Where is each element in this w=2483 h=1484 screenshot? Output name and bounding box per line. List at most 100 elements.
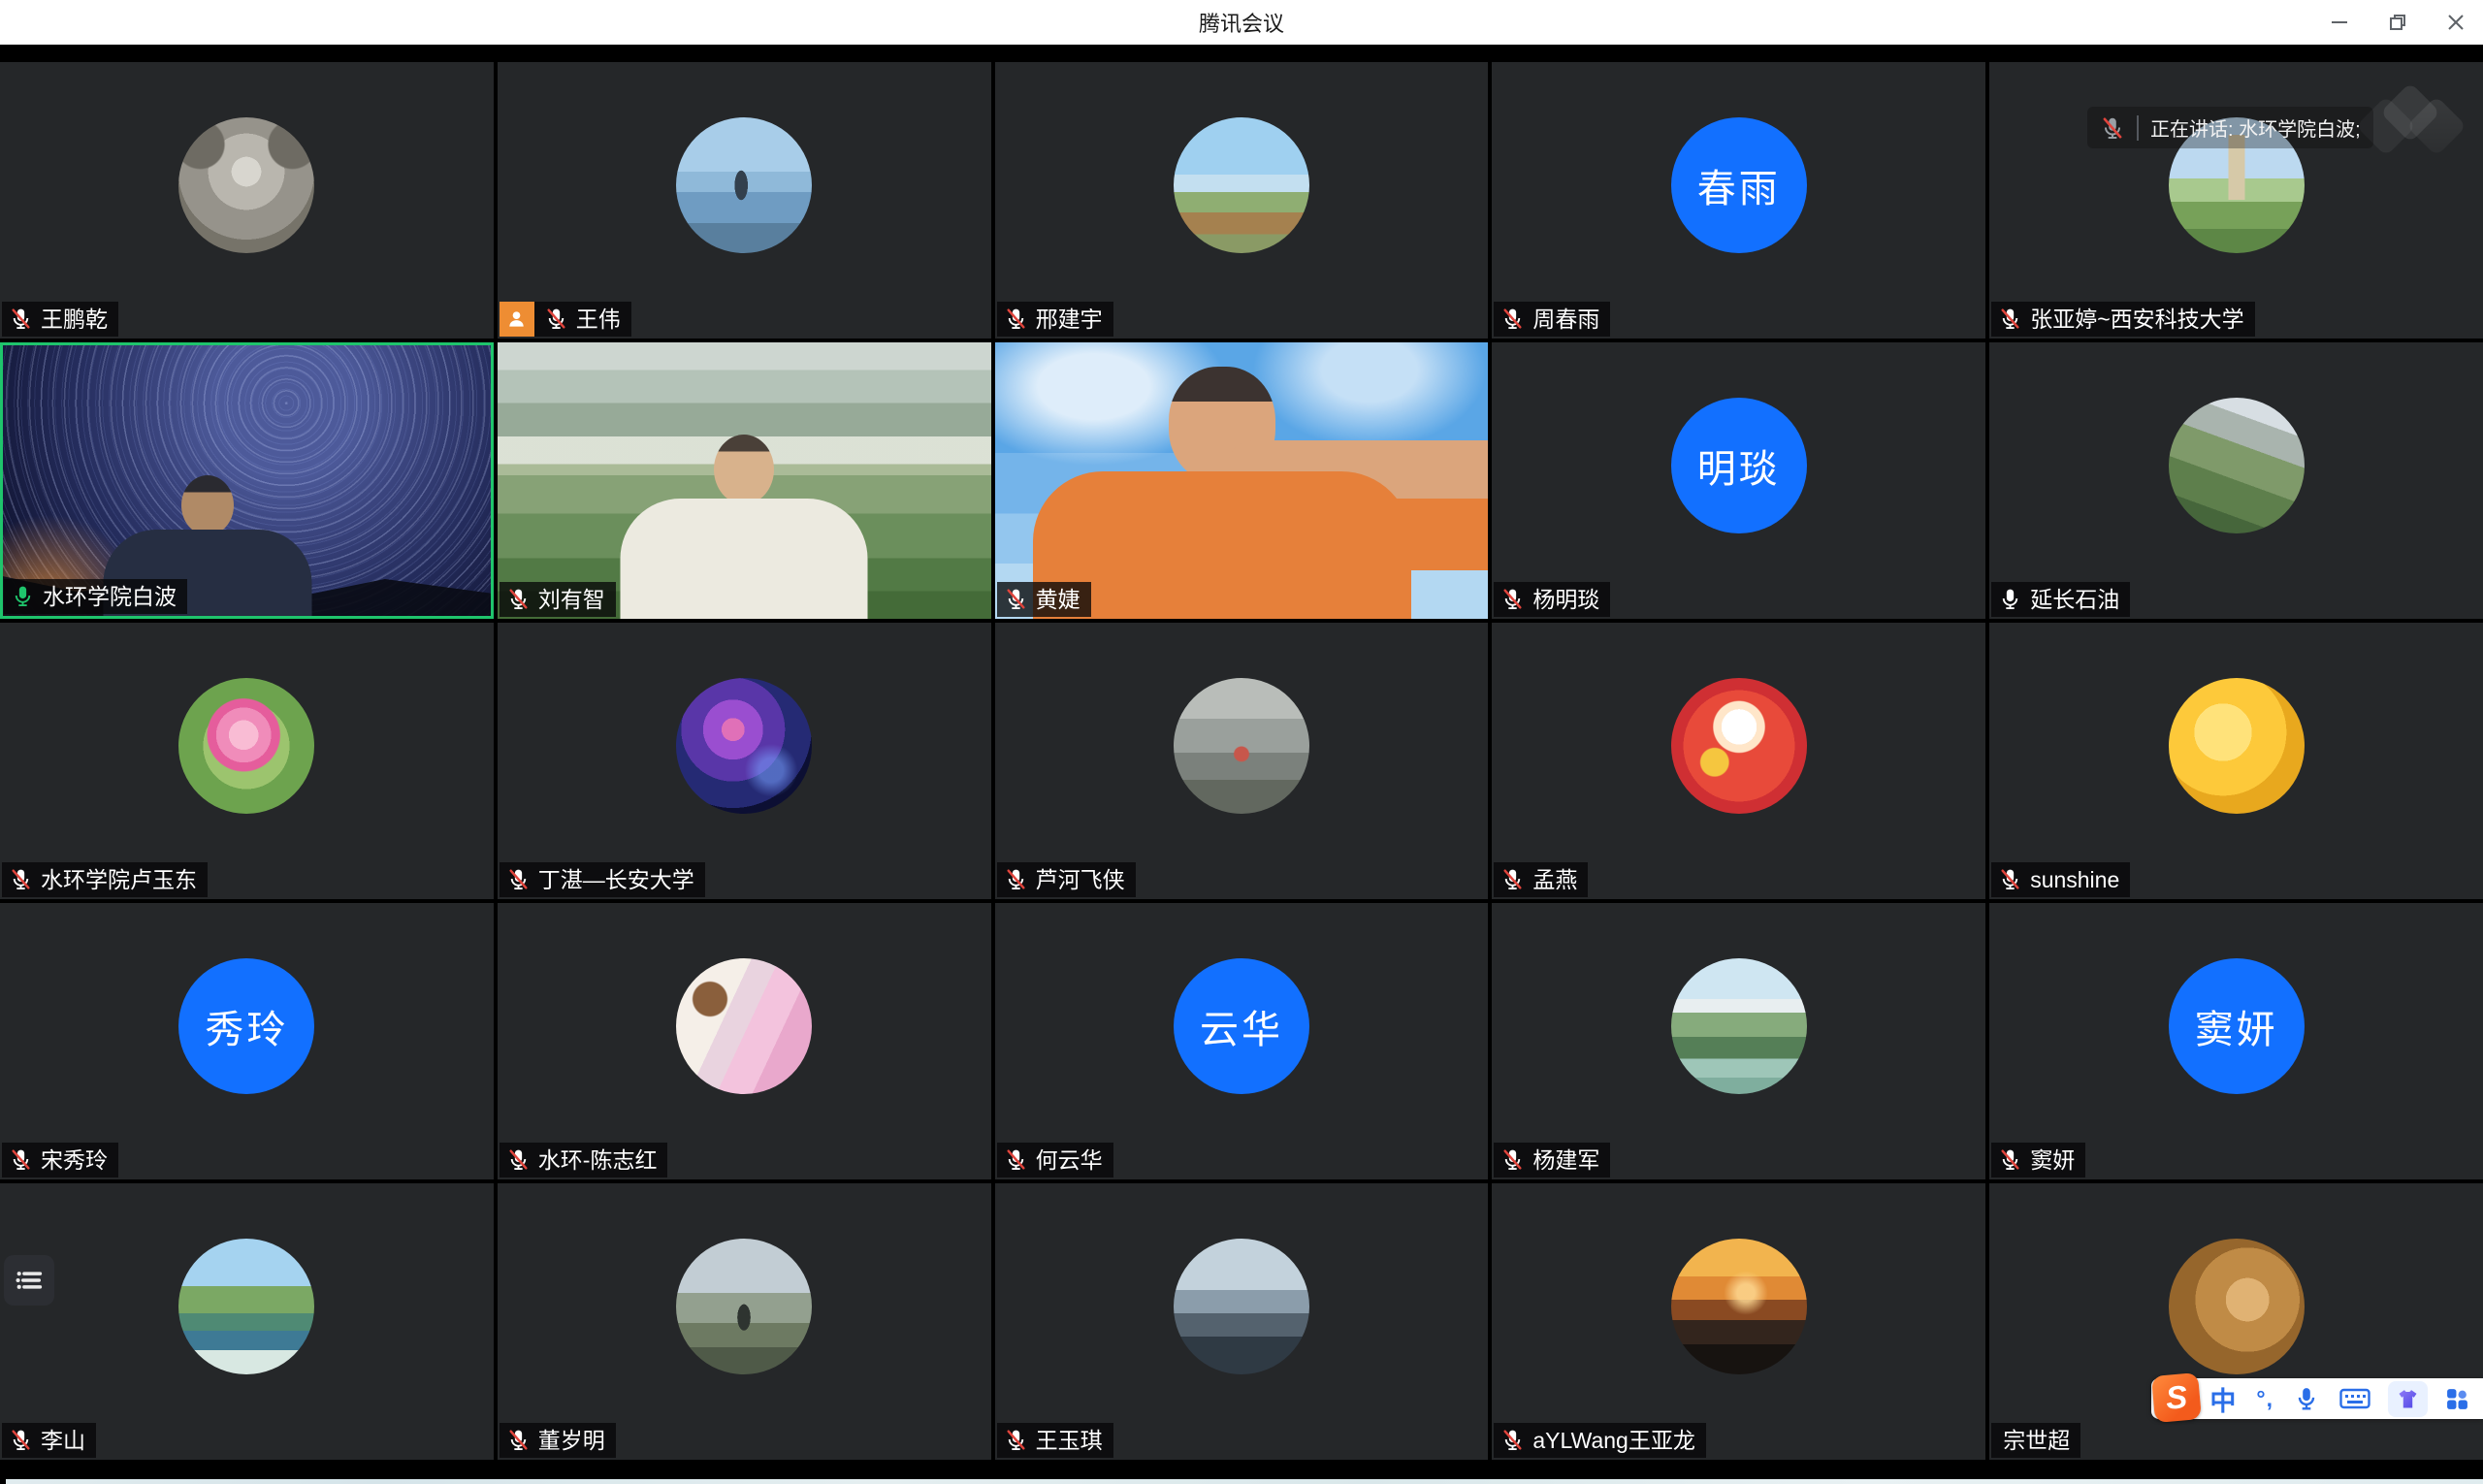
participant-name: 王鹏乾 (41, 306, 108, 332)
avatar-photo (676, 678, 812, 814)
participant-tile[interactable]: 窦妍窦妍 (1989, 903, 2483, 1179)
mic-on-icon (11, 584, 35, 608)
avatar-initials: 云华 (1174, 958, 1309, 1094)
participant-tile[interactable]: 明琰杨明琰 (1492, 342, 1985, 619)
participant-name: 宗世超 (2003, 1428, 2070, 1453)
mic-muted-icon (1004, 587, 1028, 611)
participant-tile[interactable]: 云华何云华 (995, 903, 1489, 1179)
mic-muted-icon (506, 867, 531, 891)
avatar-initials: 明琰 (1671, 398, 1807, 533)
minimize-button[interactable] (2328, 11, 2351, 34)
ime-chinese-mode-button[interactable]: 中 (2209, 1380, 2236, 1418)
participant-tile[interactable]: 张亚婷~西安科技大学 (1989, 62, 2483, 339)
mic-muted-icon (9, 1428, 33, 1452)
avatar-initials: 秀玲 (178, 958, 314, 1094)
participant-tile[interactable]: 王鹏乾 (0, 62, 494, 339)
name-chip: aYLWang王亚龙 (1494, 1423, 1705, 1458)
avatar-photo (178, 117, 314, 253)
avatar-initials-text: 秀玲 (205, 998, 288, 1054)
participant-tile[interactable]: 春雨周春雨 (1492, 62, 1985, 339)
participant-name: 孟燕 (1532, 867, 1577, 892)
mic-muted-icon (1500, 306, 1525, 331)
mic-muted-icon (1500, 587, 1525, 611)
toolbox-grid-icon (2445, 1387, 2469, 1411)
participant-tile[interactable]: 秀玲宋秀玲 (0, 903, 494, 1179)
ime-punctuation-button[interactable]: °, (2256, 1386, 2273, 1412)
participant-tile[interactable]: 水环学院白波 (0, 342, 494, 619)
name-chip: 宗世超 (1991, 1423, 2080, 1458)
participant-tile[interactable]: 李山 (0, 1183, 494, 1460)
participant-name: 水环学院白波 (43, 584, 177, 609)
participant-tile[interactable]: 芦河飞侠 (995, 623, 1489, 899)
mic-on-icon (1998, 587, 2022, 611)
window-controls (2328, 0, 2467, 45)
mic-muted-icon (1500, 1147, 1525, 1172)
mic-muted-icon (1500, 1428, 1525, 1452)
layout-list-button[interactable] (4, 1255, 54, 1306)
participant-tile[interactable]: 邢建宇 (995, 62, 1489, 339)
participant-name: 张亚婷~西安科技大学 (2030, 306, 2243, 332)
participant-tile[interactable]: 杨建军 (1492, 903, 1985, 1179)
participant-tile[interactable]: 孟燕 (1492, 623, 1985, 899)
name-chip: 何云华 (997, 1143, 1113, 1178)
mic-muted-icon (1500, 867, 1525, 891)
mic-muted-icon (1004, 1428, 1028, 1452)
video-feed (498, 342, 991, 619)
participant-tile[interactable]: aYLWang王亚龙 (1492, 1183, 1985, 1460)
name-chip: 李山 (2, 1423, 96, 1458)
participant-tile[interactable]: 水环学院卢玉东 (0, 623, 494, 899)
ime-skin-button[interactable] (2388, 1381, 2428, 1417)
name-chip: 水环学院白波 (4, 579, 187, 614)
avatar-photo (676, 1239, 812, 1374)
participant-name: 李山 (41, 1428, 85, 1453)
participant-name: 窦妍 (2030, 1147, 2075, 1173)
participant-tile[interactable]: 王玉琪 (995, 1183, 1489, 1460)
video-feed (995, 342, 1489, 619)
video-feed (0, 342, 494, 619)
close-button[interactable] (2444, 11, 2467, 34)
name-chip: 黄婕 (997, 582, 1091, 617)
participant-name: 王伟 (576, 306, 621, 332)
mic-muted-icon (506, 1147, 531, 1172)
participant-name: 延长石油 (2030, 587, 2119, 612)
sogou-logo[interactable]: S (2151, 1372, 2202, 1423)
avatar-photo (1174, 678, 1309, 814)
name-chip: 孟燕 (1494, 862, 1588, 897)
participant-name: 董岁明 (538, 1428, 605, 1453)
mic-muted-icon (2100, 115, 2125, 141)
participant-tile[interactable]: 刘有智 (498, 342, 991, 619)
participant-tile[interactable]: 黄婕 (995, 342, 1489, 619)
name-chip: 水环学院卢玉东 (2, 862, 208, 897)
name-chip: 王鹏乾 (2, 302, 118, 337)
name-chip: 芦河飞侠 (997, 862, 1136, 897)
ime-toolbar: S 中 °, (2151, 1378, 2483, 1419)
avatar-initials: 窦妍 (2169, 958, 2305, 1094)
avatar-photo (2169, 398, 2305, 533)
participant-name: 宋秀玲 (41, 1147, 108, 1173)
participant-tile[interactable]: 水环-陈志红 (498, 903, 991, 1179)
participant-tile[interactable]: 董岁明 (498, 1183, 991, 1460)
avatar-initials-text: 云华 (1200, 998, 1283, 1054)
keyboard-icon (2339, 1386, 2370, 1411)
shirt-skin-icon (2395, 1386, 2421, 1412)
mic-muted-icon (9, 867, 33, 891)
next-row-sliver (6, 1479, 2483, 1484)
participant-tile[interactable]: 丁湛—长安大学 (498, 623, 991, 899)
participant-tile[interactable]: 延长石油 (1989, 342, 2483, 619)
mic-muted-icon (9, 306, 33, 331)
ime-keyboard-button[interactable] (2339, 1386, 2370, 1411)
name-chip: 窦妍 (1991, 1143, 2085, 1178)
avatar-photo (1671, 958, 1807, 1094)
restore-button[interactable] (2386, 11, 2409, 34)
participant-tile[interactable]: 王伟 (498, 62, 991, 339)
name-chip: 延长石油 (1991, 582, 2130, 617)
ime-voice-input-button[interactable] (2294, 1386, 2319, 1411)
participant-tile[interactable]: sunshine (1989, 623, 2483, 899)
name-chip: sunshine (1991, 862, 2130, 897)
banner-divider (2137, 115, 2139, 141)
mic-muted-icon (544, 306, 568, 331)
mic-muted-icon (506, 587, 531, 611)
avatar-photo (1174, 117, 1309, 253)
ime-toolbox-button[interactable] (2445, 1387, 2469, 1411)
name-chip: 杨建军 (1494, 1143, 1610, 1178)
